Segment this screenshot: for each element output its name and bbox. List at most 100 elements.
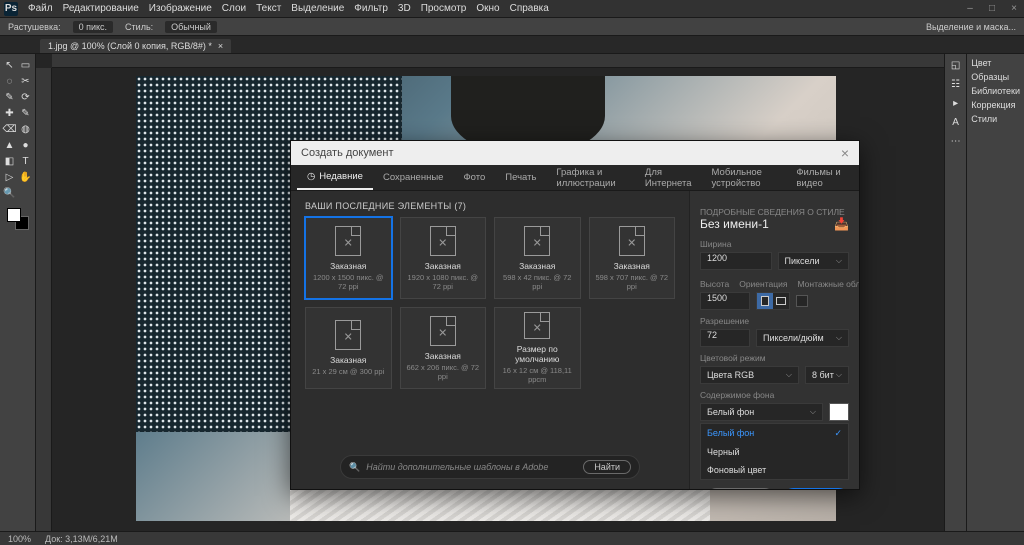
bitdepth-select[interactable]: 8 бит [805, 366, 849, 384]
preset-name: Заказная [330, 355, 366, 365]
color-swatch[interactable] [7, 208, 29, 230]
shape-tool[interactable]: ● [19, 138, 33, 152]
panel-icon[interactable]: ⋯ [951, 136, 961, 147]
tab-photo[interactable]: Фото [453, 165, 495, 190]
select-and-mask-button[interactable]: Выделение и маска... [926, 22, 1016, 32]
document-icon [524, 312, 550, 339]
zoom-level[interactable]: 100% [8, 534, 31, 544]
hand-tool[interactable]: ✋ [19, 170, 33, 184]
menu-3d[interactable]: 3D [398, 3, 411, 14]
preset-item[interactable]: Размер по умолчанию 16 x 12 см @ 118,11 … [494, 307, 581, 389]
colormode-select[interactable]: Цвета RGB [700, 366, 799, 384]
path-tool[interactable]: ◧ [3, 154, 17, 168]
preset-item[interactable]: Заказная 21 x 29 см @ 300 ppi [305, 307, 392, 389]
menu-edit[interactable]: Редактирование [63, 3, 139, 14]
template-search[interactable]: 🔍 Найти дополнительные шаблоны в Adobe Н… [340, 455, 640, 479]
direct-select-tool[interactable]: ▷ [3, 170, 17, 184]
save-preset-icon[interactable]: 📥 [834, 217, 849, 231]
orientation-toggle[interactable] [756, 292, 790, 310]
height-input[interactable]: 1500 [700, 292, 750, 310]
brush-tool[interactable]: ✚ [3, 106, 17, 120]
artboards-checkbox[interactable] [796, 295, 808, 307]
move-tool[interactable]: ↖ [3, 58, 17, 72]
menu-window[interactable]: Окно [476, 3, 499, 14]
preset-meta: 21 x 29 см @ 300 ppi [312, 367, 384, 376]
zoom-tool[interactable]: 🔍 [3, 186, 17, 200]
document-icon [335, 226, 361, 256]
lasso-tool[interactable]: ◌ [3, 74, 17, 88]
width-input[interactable]: 1200 [700, 252, 772, 270]
foreground-color[interactable] [7, 208, 21, 222]
preset-meta: 16 x 12 см @ 118,11 ppcm [499, 366, 576, 384]
menu-help[interactable]: Справка [510, 3, 549, 14]
preset-item[interactable]: Заказная 662 x 206 пикс. @ 72 ppi [400, 307, 487, 389]
menu-image[interactable]: Изображение [149, 3, 212, 14]
tab-print[interactable]: Печать [495, 165, 546, 190]
eraser-tool[interactable]: ⌫ [3, 122, 17, 136]
panel-libraries[interactable]: Библиотеки [971, 86, 1020, 96]
preset-name: Заказная [425, 261, 461, 271]
create-button[interactable]: Создать [783, 488, 849, 489]
portrait-icon[interactable] [757, 293, 773, 309]
dialog-close-icon[interactable]: × [841, 145, 849, 161]
panel-icon[interactable]: A [952, 117, 959, 128]
search-go-button[interactable]: Найти [583, 460, 631, 474]
document-tab-close[interactable]: × [218, 41, 223, 51]
feather-input[interactable]: 0 пикс. [73, 21, 113, 33]
tab-mobile[interactable]: Мобильное устройство [702, 165, 787, 190]
style-select[interactable]: Обычный [165, 21, 217, 33]
marquee-tool[interactable]: ▭ [19, 58, 33, 72]
width-unit-select[interactable]: Пиксели [778, 252, 850, 270]
menu-view[interactable]: Просмотр [421, 3, 467, 14]
panel-icon[interactable]: ◱ [951, 60, 960, 71]
resolution-input[interactable]: 72 [700, 329, 750, 347]
tab-web[interactable]: Для Интернета [635, 165, 702, 190]
bg-option-bgcolor[interactable]: Фоновый цвет [701, 461, 848, 479]
pencil-tool[interactable]: ✎ [19, 106, 33, 120]
heal-tool[interactable]: ⟳ [19, 90, 33, 104]
style-label: Стиль: [125, 22, 153, 32]
panel-icon[interactable]: ☷ [951, 79, 960, 90]
preset-item[interactable]: Заказная 598 x 42 пикс. @ 72 ppi [494, 217, 581, 299]
panel-swatches[interactable]: Образцы [971, 72, 1020, 82]
landscape-icon[interactable] [773, 293, 789, 309]
gradient-tool[interactable]: ◍ [19, 122, 33, 136]
panel-styles[interactable]: Стили [971, 114, 1020, 124]
eyedropper-tool[interactable]: ✎ [3, 90, 17, 104]
menu-file[interactable]: Файл [28, 3, 53, 14]
preset-item[interactable]: Заказная 1200 x 1500 пикс. @ 72 ppi [305, 217, 392, 299]
menu-bar: Ps Файл Редактирование Изображение Слои … [0, 0, 1024, 18]
type-tool[interactable]: T [19, 154, 33, 168]
bg-option-black[interactable]: Черный [701, 443, 848, 461]
tab-art[interactable]: Графика и иллюстрации [546, 165, 635, 190]
window-maximize[interactable]: □ [986, 3, 998, 14]
close-button[interactable]: Закрыть [706, 488, 775, 489]
width-label: Ширина [700, 239, 849, 249]
panel-adjustments[interactable]: Коррекция [971, 100, 1020, 110]
dialog-tabs: ◷Недавние Сохраненные Фото Печать График… [291, 165, 859, 191]
menu-select[interactable]: Выделение [291, 3, 344, 14]
preset-grid: Заказная 1200 x 1500 пикс. @ 72 ppi Зака… [305, 217, 675, 389]
window-minimize[interactable]: – [964, 3, 976, 14]
preset-item[interactable]: Заказная 598 x 707 пикс. @ 72 ppi [589, 217, 676, 299]
tab-video[interactable]: Фильмы и видео [786, 165, 853, 190]
doc-info: Док: 3,13M/6,21M [45, 534, 118, 544]
dialog-title: Создать документ [301, 147, 394, 159]
pen-tool[interactable]: ▲ [3, 138, 17, 152]
bgcontent-select[interactable]: Белый фон [700, 403, 823, 421]
document-tab[interactable]: 1.jpg @ 100% (Слой 0 копия, RGB/8#) * × [40, 39, 231, 53]
menu-filter[interactable]: Фильтр [354, 3, 388, 14]
window-close[interactable]: × [1008, 3, 1020, 14]
crop-tool[interactable]: ✂ [19, 74, 33, 88]
tab-recent[interactable]: ◷Недавние [297, 165, 373, 190]
tab-saved[interactable]: Сохраненные [373, 165, 454, 190]
panel-icon[interactable]: ▸ [953, 98, 958, 109]
document-name[interactable]: Без имени-1 [700, 217, 769, 231]
bg-option-white[interactable]: Белый фон [701, 424, 848, 443]
panel-color[interactable]: Цвет [971, 58, 1020, 68]
bgcolor-swatch[interactable] [829, 403, 849, 421]
preset-item[interactable]: Заказная 1920 x 1080 пикс. @ 72 ppi [400, 217, 487, 299]
menu-layer[interactable]: Слои [222, 3, 246, 14]
menu-type[interactable]: Текст [256, 3, 281, 14]
resolution-unit-select[interactable]: Пиксели/дюйм [756, 329, 849, 347]
